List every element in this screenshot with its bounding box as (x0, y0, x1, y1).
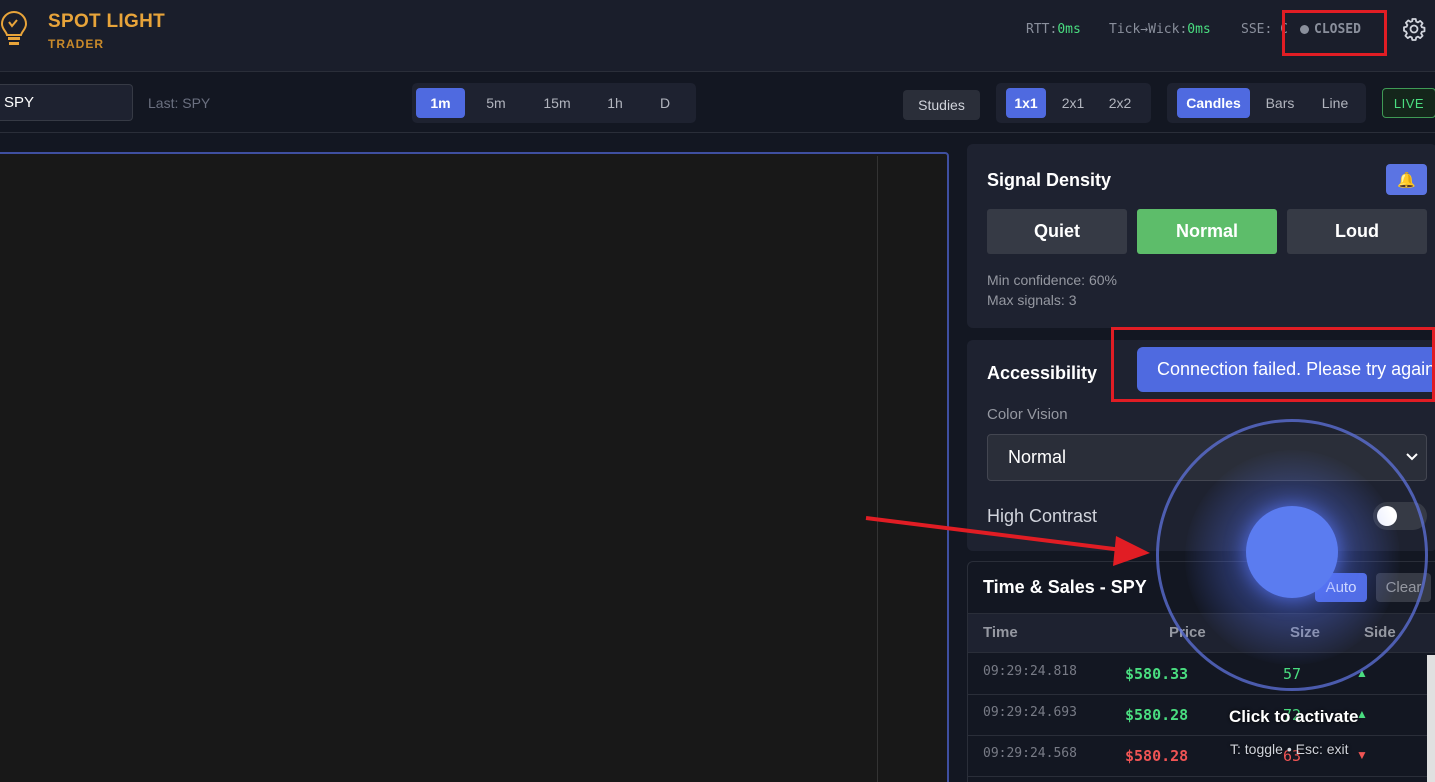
chart-canvas[interactable] (0, 152, 949, 782)
scrollbar[interactable] (1427, 655, 1435, 782)
column-price: Price (1169, 624, 1206, 641)
layout-1x1[interactable]: 1x1 (1006, 88, 1046, 118)
chart-type-selector: Candles Bars Line (1167, 83, 1366, 123)
timeframe-1m[interactable]: 1m (416, 88, 465, 118)
max-signals-text: Max signals: 3 (987, 292, 1077, 308)
high-contrast-label: High Contrast (987, 506, 1098, 526)
bell-icon[interactable]: 🔔 (1386, 164, 1427, 195)
density-loud-button[interactable]: Loud (1287, 209, 1427, 254)
row-divider (968, 694, 1435, 695)
row-0-price: $580.33 (1125, 665, 1189, 683)
keyboard-hint: T: toggle • Esc: exit (1230, 741, 1349, 757)
annotation-box-toast (1111, 327, 1435, 402)
chart-crosshair-line (877, 156, 878, 782)
rtt-metric: RTT:0ms (1026, 22, 1081, 37)
row-1-time: 09:29:24.693 (983, 705, 1077, 720)
chart-type-line[interactable]: Line (1310, 88, 1360, 118)
density-normal-button[interactable]: Normal (1137, 209, 1277, 254)
layout-2x1[interactable]: 2x1 (1048, 88, 1098, 118)
live-badge: LIVE (1382, 88, 1435, 118)
row-2-side-icon: ▼ (1356, 748, 1368, 762)
signal-density-title: Signal Density (987, 170, 1112, 190)
column-side: Side (1364, 624, 1396, 641)
tick-wick-label: Tick→Wick: (1109, 22, 1188, 37)
time-sales-title: Time & Sales - SPY (983, 577, 1147, 597)
row-0-time: 09:29:24.818 (983, 664, 1077, 679)
high-contrast-toggle[interactable] (1373, 502, 1427, 530)
sse-metric: SSE: C (1241, 22, 1288, 37)
click-to-activate-label: Click to activate (1229, 707, 1359, 726)
lightbulb-icon (0, 11, 28, 45)
chart-type-bars[interactable]: Bars (1252, 88, 1308, 118)
gear-icon[interactable] (1402, 17, 1426, 41)
annotation-box-status (1282, 10, 1387, 56)
symbol-input[interactable] (0, 84, 133, 121)
toggle-knob (1377, 506, 1397, 526)
tick-wick-metric: Tick→Wick:0ms (1109, 22, 1211, 37)
column-size: Size (1290, 624, 1321, 641)
app-title: SPOT LIGHT (48, 11, 165, 32)
app-header (0, 0, 1435, 72)
color-vision-label: Color Vision (987, 406, 1068, 423)
row-2-price: $580.28 (1125, 747, 1189, 765)
tick-wick-value: 0ms (1187, 22, 1211, 37)
timeframe-15m[interactable]: 15m (527, 88, 587, 118)
layout-2x2[interactable]: 2x2 (1100, 88, 1140, 118)
studies-button[interactable]: Studies (903, 90, 980, 120)
row-0-side-icon: ▲ (1356, 666, 1368, 680)
row-1-price: $580.28 (1125, 706, 1189, 724)
rtt-value: 0ms (1057, 22, 1081, 37)
accessibility-title: Accessibility (987, 363, 1098, 383)
app-subtitle: TRADER (48, 37, 104, 51)
rtt-label: RTT: (1026, 22, 1058, 37)
clear-button[interactable]: Clear (1376, 573, 1431, 602)
timeframe-1h[interactable]: 1h (589, 88, 641, 118)
row-0-size: 57 (1282, 665, 1302, 683)
color-vision-value: Normal (1008, 447, 1067, 467)
last-symbol-text: Last: SPY (148, 95, 211, 111)
density-quiet-button[interactable]: Quiet (987, 209, 1127, 254)
chevron-down-icon (1406, 453, 1418, 461)
color-vision-select[interactable]: Normal (987, 434, 1427, 481)
layout-selector: 1x1 2x1 2x2 (996, 83, 1151, 123)
row-divider (968, 735, 1435, 736)
timeframe-5m[interactable]: 5m (467, 88, 525, 118)
column-time: Time (983, 624, 1018, 641)
timeframe-selector: 1m 5m 15m 1h D (412, 83, 696, 123)
min-confidence-text: Min confidence: 60% (987, 272, 1117, 288)
spotlight-cursor[interactable] (1246, 506, 1338, 598)
row-2-time: 09:29:24.568 (983, 746, 1077, 761)
timeframe-d[interactable]: D (643, 88, 687, 118)
row-divider (968, 776, 1435, 777)
chart-type-candles[interactable]: Candles (1177, 88, 1250, 118)
sse-label: SSE: (1241, 22, 1273, 37)
